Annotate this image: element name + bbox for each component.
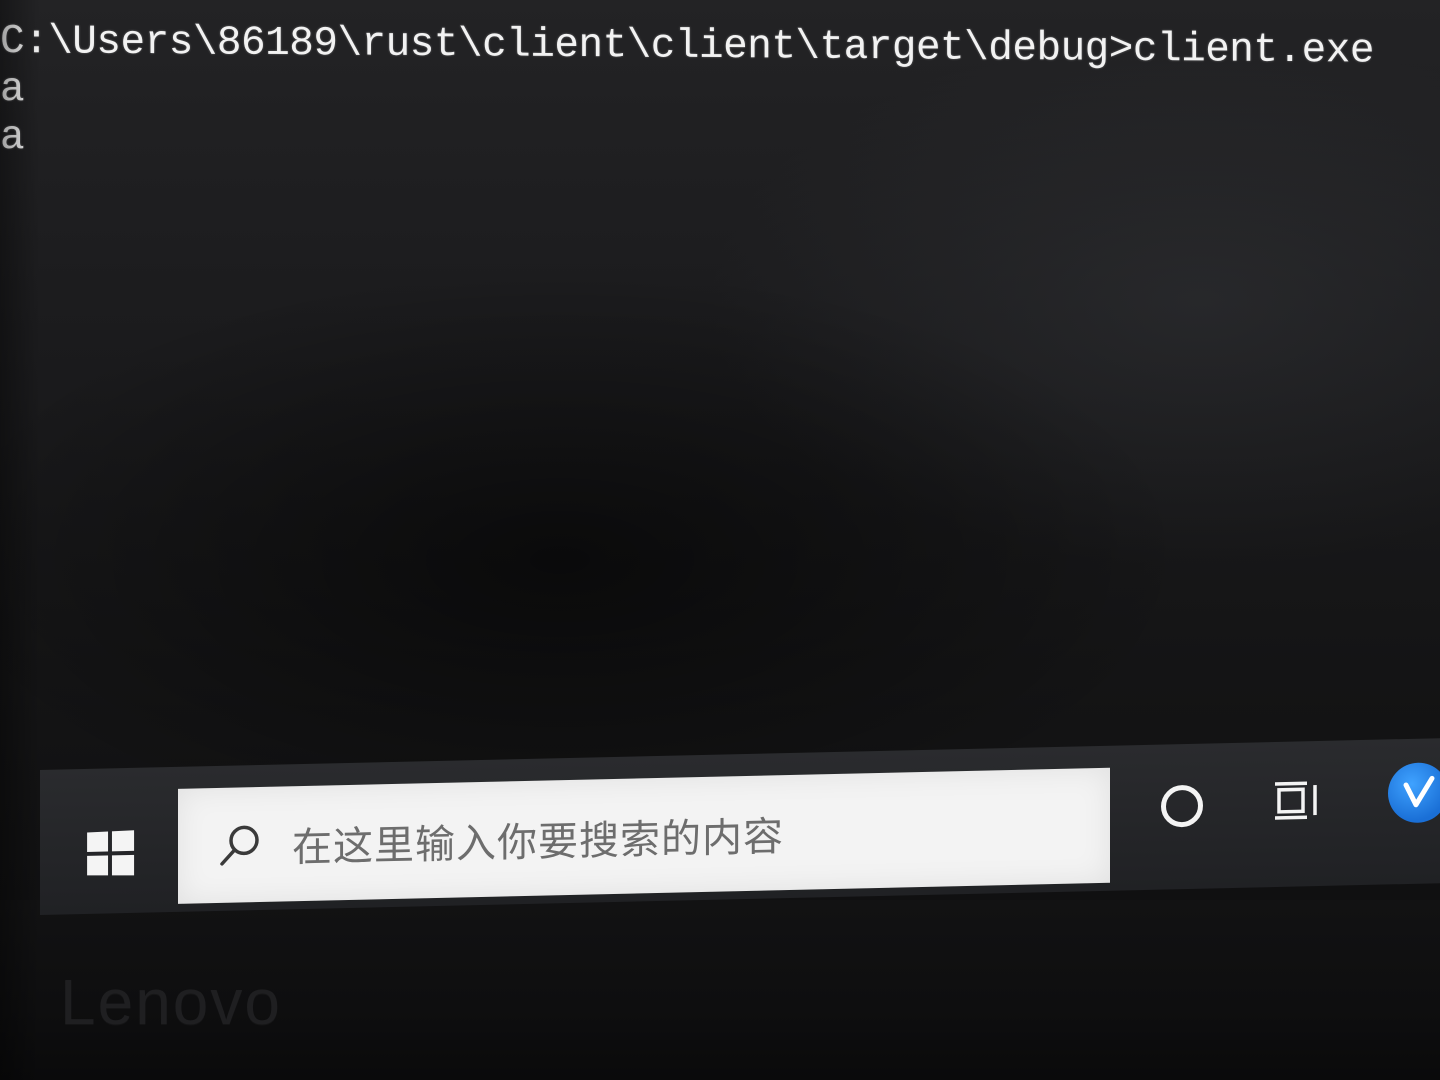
windows-start-icon	[87, 830, 135, 876]
task-view-icon	[1275, 781, 1317, 820]
taskbar-search-box[interactable]: 在这里输入你要搜索的内容	[178, 767, 1110, 904]
cortana-icon	[1161, 784, 1203, 828]
cortana-button[interactable]	[1150, 773, 1214, 838]
console-output: C:\Users\86189\rust\client\client\target…	[0, 18, 1440, 162]
check-v-icon	[1403, 775, 1435, 808]
console-line-output: a	[0, 115, 25, 161]
start-button[interactable]	[40, 797, 180, 910]
photo-of-monitor: C:\Users\86189\rust\client\client\target…	[0, 0, 1440, 1080]
task-view-button[interactable]	[1265, 769, 1329, 834]
lenovo-logo: Lenovo	[60, 966, 282, 1038]
console-line-command: C:\Users\86189\rust\client\client\target…	[0, 19, 1374, 75]
search-placeholder-text: 在这里输入你要搜索的内容	[292, 813, 784, 871]
pinned-app-button[interactable]	[1388, 762, 1440, 824]
search-icon	[216, 820, 264, 869]
